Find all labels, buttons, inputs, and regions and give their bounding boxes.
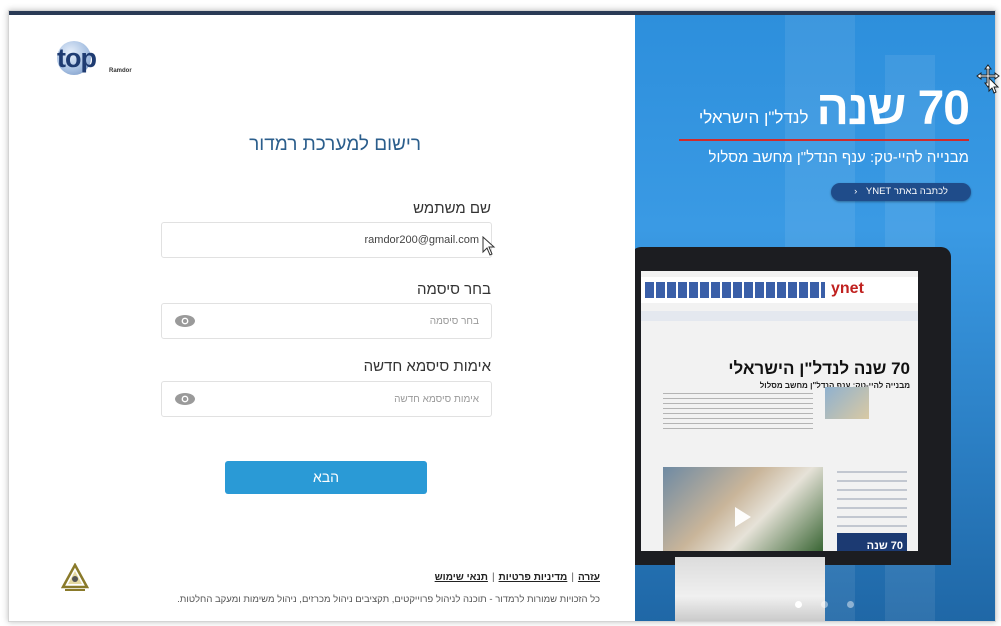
password-placeholder: בחר סיסמה [429,316,479,327]
pointer-cursor-icon [482,236,496,256]
mock-site-header: ynet [641,277,918,303]
mock-site-logo: ynet [831,280,864,297]
mock-header-tiles [645,282,825,298]
monitor-stand [675,557,825,621]
mock-article-text [663,393,813,433]
play-icon [735,507,751,527]
read-article-button[interactable]: לכתבה באתר YNET ‹ [831,183,971,201]
mock-side-ad: 70 שנה [837,533,907,551]
promo-divider [679,139,969,141]
page-title: רישום למערכת רמדור [249,134,421,155]
username-label: שם משתמש [413,200,491,217]
move-cursor-icon [976,64,1000,94]
logo-text: top [57,43,97,73]
read-article-label: לכתבה באתר YNET [865,186,948,197]
registration-window: top Ramdor רישום למערכת רמדור שם משתמש r… [8,10,996,622]
carousel-dot[interactable] [795,601,802,608]
carousel-dot[interactable] [821,601,828,608]
promo-headline-big: 70 שנה [816,82,970,135]
logo-subtext: Ramdor [109,68,132,74]
confirm-password-placeholder: אימות סיסמא חדשה [394,394,479,405]
promo-carousel: 70 שנה לנדל"ן הישראלי מבנייה להיי-טק: ענף… [635,15,995,621]
footer-links: עזרה|מדיניות פרטיות|תנאי שימוש [309,572,600,583]
copyright-text: כל הזכויות שמורות לרמדור - תוכנה לניהול … [177,594,600,605]
carousel-dot[interactable] [847,601,854,608]
footer-separator: | [491,572,495,583]
seal-icon [61,563,89,591]
mock-article-title: 70 שנה לנדל"ן הישראלי [728,359,910,378]
ramdor-logo: top Ramdor [53,39,133,81]
password-input[interactable]: בחר סיסמה [161,303,492,339]
eye-icon[interactable] [174,314,196,328]
promo-headline-small: לנדל"ן הישראלי [698,108,809,127]
promo-headline: 70 שנה לנדל"ן הישראלי [698,81,970,136]
promo-subtitle: מבנייה להיי-טק: ענף הנדל"ן מחשב מסלול [708,149,969,166]
monitor-screen: ynet 70 שנה לנדל"ן הישראלי מבנייה להיי-ט… [641,271,918,551]
username-value: ramdor200@gmail.com [364,234,480,246]
mock-nav-strip [641,311,918,321]
password-label: בחר סיסמה [417,281,491,298]
next-button[interactable]: הבא [225,461,427,494]
help-link[interactable]: עזרה [578,572,600,583]
eye-icon[interactable] [174,392,196,406]
carousel-dots [791,599,861,611]
monitor-mockup: ynet 70 שנה לנדל"ן הישראלי מבנייה להיי-ט… [635,247,951,565]
terms-of-use-link[interactable]: תנאי שימוש [435,572,488,583]
username-input[interactable]: ramdor200@gmail.com [161,222,492,258]
chevron-left-icon: ‹ [854,186,858,197]
privacy-policy-link[interactable]: מדיניות פרטיות [499,572,568,583]
confirm-password-label: אימות סיסמא חדשה [363,358,491,375]
footer-separator: | [571,572,574,583]
confirm-password-input[interactable]: אימות סיסמא חדשה [161,381,492,417]
mock-thumbnail [825,387,869,419]
registration-panel: top Ramdor רישום למערכת רמדור שם משתמש r… [9,15,635,621]
page: top Ramdor רישום למערכת רמדור שם משתמש r… [0,0,1001,626]
